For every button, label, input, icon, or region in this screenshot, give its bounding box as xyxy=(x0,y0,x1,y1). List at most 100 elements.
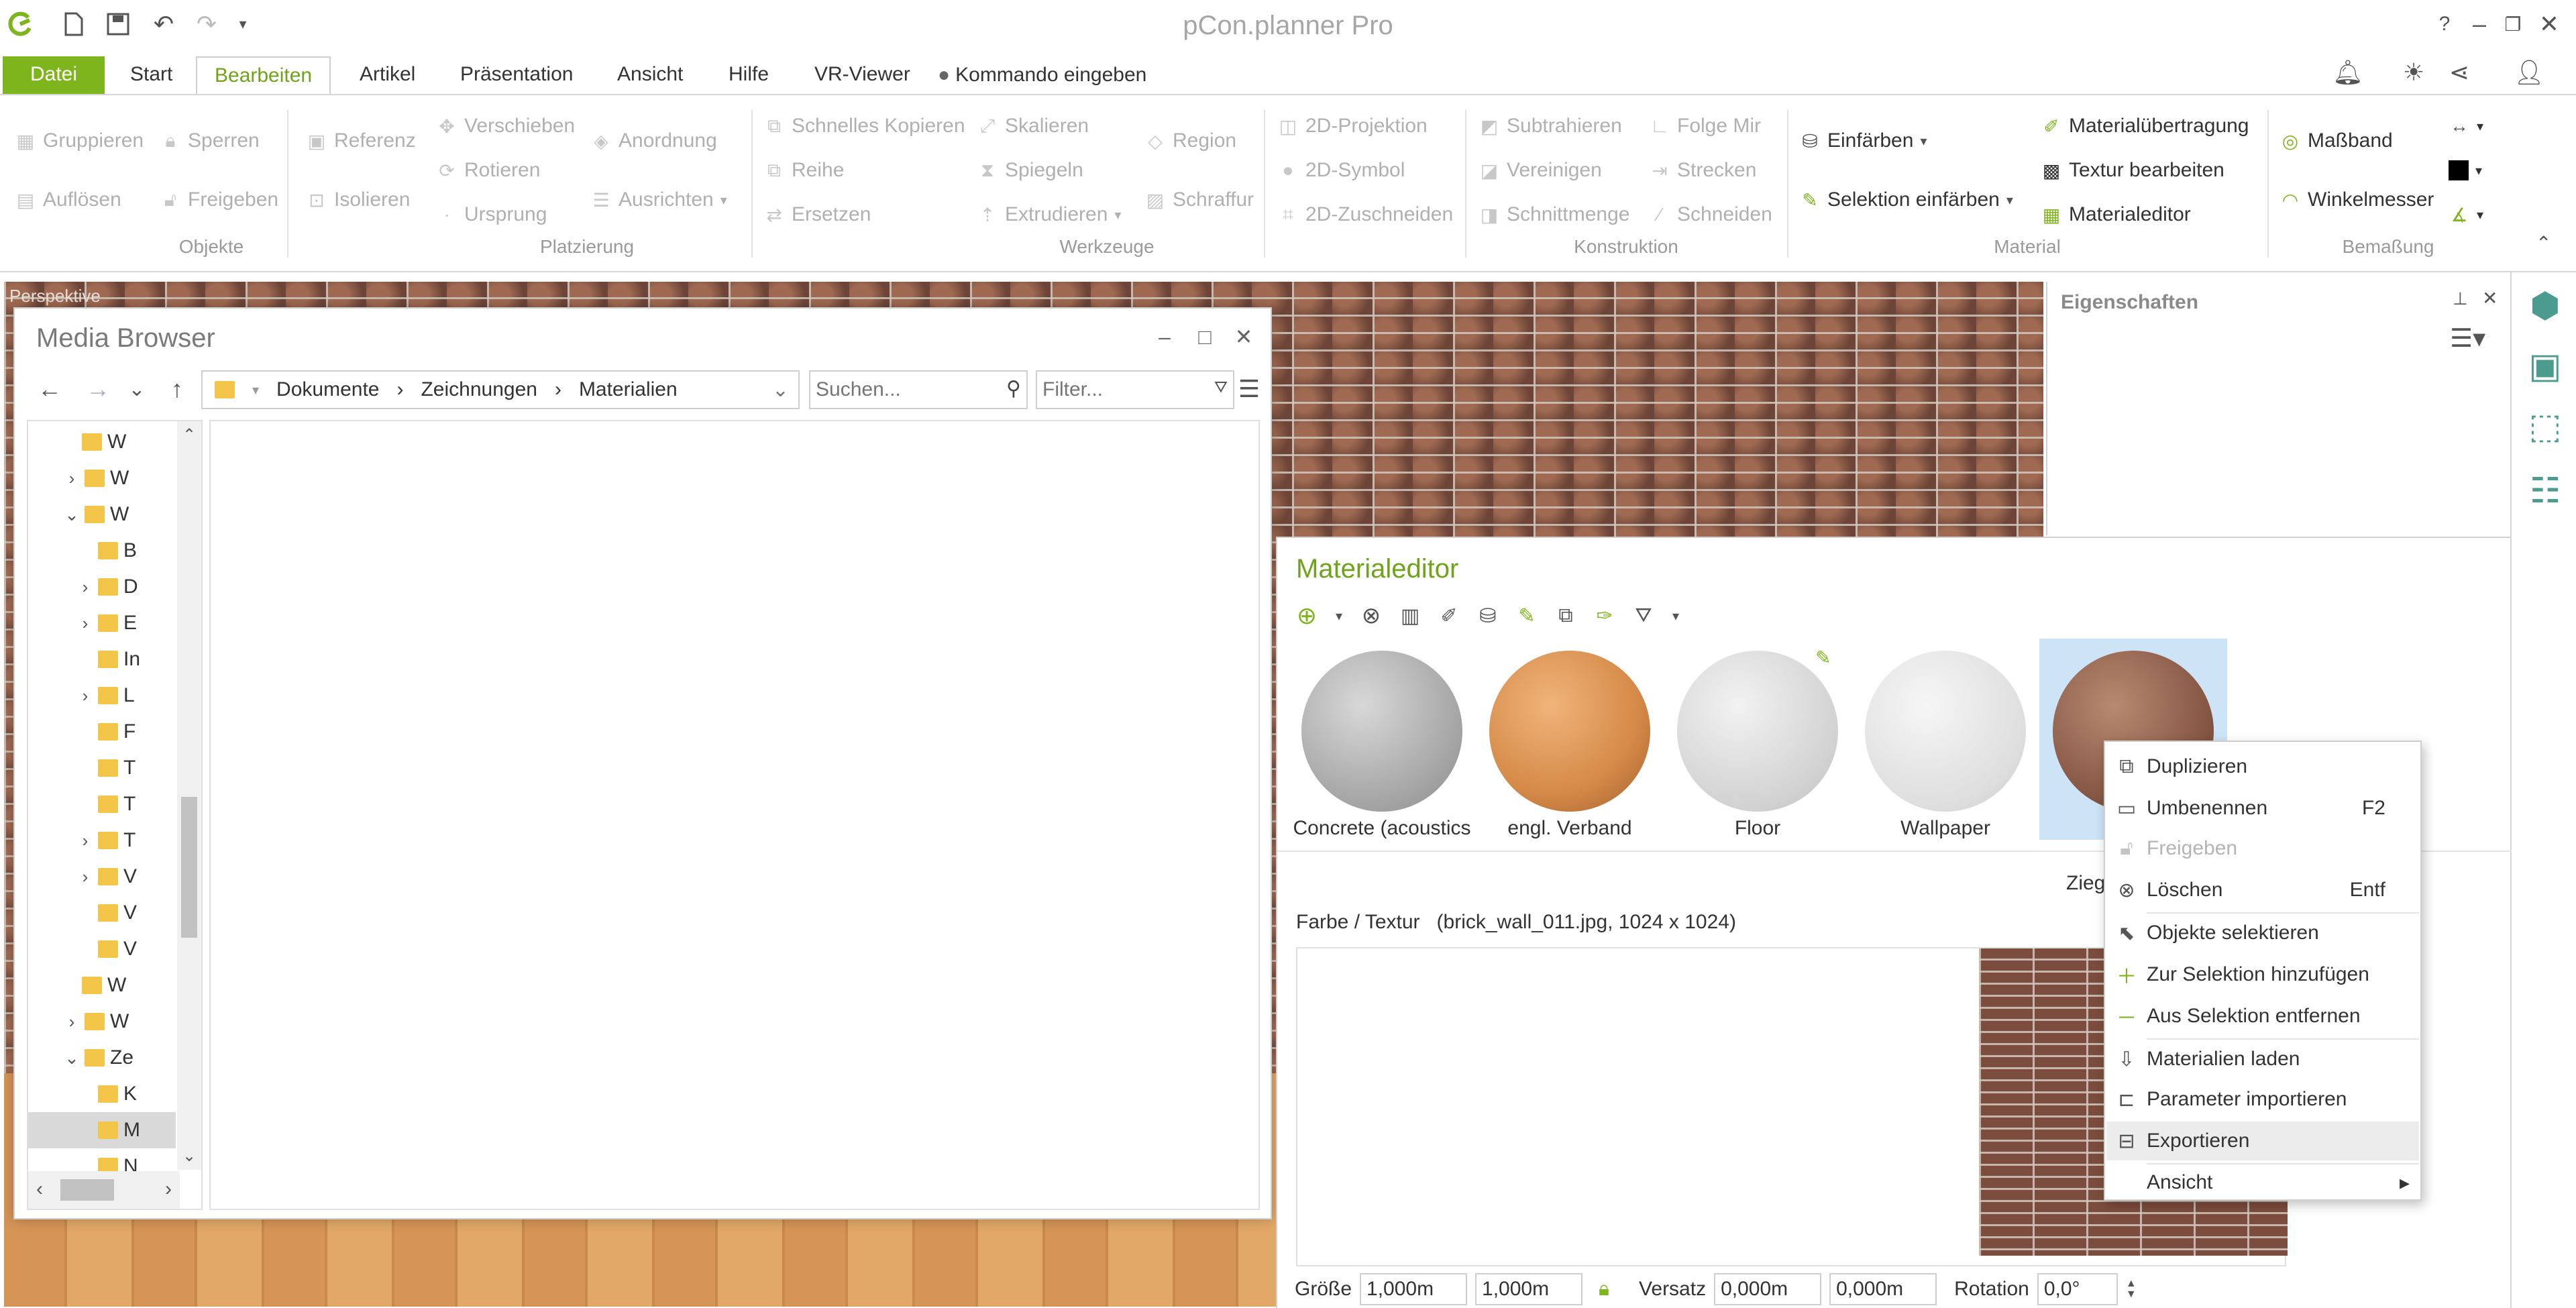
tree-item[interactable]: F xyxy=(28,714,176,750)
tab-datei[interactable]: Datei xyxy=(3,56,105,94)
up-arrow-icon[interactable]: ↑ xyxy=(161,373,193,405)
menu-item-parameter-importieren[interactable]: ⊏ Parameter importieren xyxy=(2106,1080,2419,1119)
chevron-right-icon[interactable]: › xyxy=(76,830,94,851)
chevron-right-icon[interactable]: › xyxy=(76,867,94,887)
breadcrumb-zeichnungen[interactable]: Zeichnungen xyxy=(421,378,537,401)
brightness-icon[interactable]: ☀ xyxy=(2399,58,2428,87)
media-browser-content-area[interactable] xyxy=(209,420,1260,1210)
command-input-button[interactable]: ● Kommando eingeben xyxy=(920,56,1164,94)
materialeditor-button[interactable]: ▦ Materialeditor xyxy=(2041,201,2191,228)
freigeben-button[interactable]: 🔓︎ Freigeben xyxy=(160,186,278,213)
einfaerben-button[interactable]: ⛁ Einfärben ▾ xyxy=(1799,127,1927,154)
menu-item-umbenennen[interactable]: ▭ Umbenennen F2 xyxy=(2106,789,2419,828)
chevron-right-icon[interactable]: › xyxy=(76,686,94,706)
ursprung-button[interactable]: · Ursprung xyxy=(436,201,547,228)
binoculars-search-icon[interactable]: ⚲ xyxy=(1006,377,1021,400)
vereinigen-button[interactable]: ◪ Vereinigen xyxy=(1479,157,1602,184)
tree-item[interactable]: V xyxy=(28,895,176,931)
tree-item[interactable]: T xyxy=(28,786,176,822)
restore-icon[interactable]: ❐ xyxy=(2498,9,2528,39)
tab-bearbeiten[interactable]: Bearbeiten xyxy=(196,56,331,94)
help-icon[interactable]: ? xyxy=(2430,9,2459,39)
size-x-input[interactable]: 1,000m xyxy=(1360,1273,1468,1305)
tree-item[interactable]: In xyxy=(28,641,176,677)
size-y-input[interactable]: 1,000m xyxy=(1475,1273,1583,1305)
2d-zuschneiden-button[interactable]: ⌗ 2D-Zuschneiden xyxy=(1277,201,1453,228)
chevron-down-icon[interactable]: ▾ xyxy=(1332,602,1346,629)
tree-item[interactable]: › L xyxy=(28,677,176,714)
offset-y-input[interactable]: 0,000m xyxy=(1829,1273,1937,1305)
hamburger-menu-icon[interactable]: ☰ xyxy=(1233,373,1265,405)
rotation-spinner-icon[interactable]: ▲ ▼ xyxy=(2126,1278,2137,1300)
tab-hilfe[interactable]: Hilfe xyxy=(711,56,786,94)
article-info-icon[interactable]: ⬚ xyxy=(2521,402,2569,451)
menu-item-duplizieren[interactable]: ⧉ Duplizieren xyxy=(2106,747,2419,786)
tree-item[interactable]: › W xyxy=(28,460,176,496)
breadcrumb[interactable]: ▾ Dokumente › Zeichnungen › Materialien … xyxy=(201,370,800,409)
tree-item[interactable]: T xyxy=(28,750,176,786)
material-swatch-floor[interactable]: Floor ✎ xyxy=(1664,639,1851,840)
tree-item-selected[interactable]: M xyxy=(28,1112,176,1148)
region-button[interactable]: ◇ Region xyxy=(1144,127,1236,154)
chevron-down-icon[interactable]: ⌄ xyxy=(63,504,80,525)
scroll-up-icon[interactable]: ⌃ xyxy=(182,425,196,445)
materialuebertragung-button[interactable]: ✐ Materialübertragung xyxy=(2041,113,2249,140)
tab-ansicht[interactable]: Ansicht xyxy=(600,56,700,94)
pin-icon[interactable]: ⊥ xyxy=(2453,288,2468,309)
tree-item[interactable]: › W xyxy=(28,1003,176,1040)
verschieben-button[interactable]: ✥ Verschieben xyxy=(436,113,575,140)
isolieren-button[interactable]: ⊡ Isolieren xyxy=(306,186,410,213)
chevron-right-icon[interactable]: › xyxy=(63,468,80,489)
breadcrumb-materialien[interactable]: Materialien xyxy=(579,378,678,401)
strecken-button[interactable]: ⇥ Strecken xyxy=(1649,157,1756,184)
material-swatch-engl-verband[interactable]: engl. Verband xyxy=(1476,639,1664,840)
clean-brush-icon[interactable]: ✑ xyxy=(1591,602,1618,629)
chevron-right-icon[interactable]: › xyxy=(63,1012,80,1032)
tree-item[interactable]: B xyxy=(28,533,176,569)
tree-item[interactable]: V xyxy=(28,931,176,967)
filter-funnel-icon[interactable]: ⛛ xyxy=(1630,602,1657,629)
tree-item[interactable]: K xyxy=(28,1076,176,1112)
delete-material-icon[interactable]: ⊗ xyxy=(1358,602,1385,629)
color-picker-button[interactable]: ▾ xyxy=(2449,157,2482,184)
sperren-button[interactable]: 🔒︎ Sperren xyxy=(160,127,260,154)
scroll-right-icon[interactable]: › xyxy=(165,1178,172,1201)
viewport-label[interactable]: Perspektive xyxy=(9,286,101,307)
material-swatch-wallpaper[interactable]: Wallpaper xyxy=(1851,639,2039,840)
chevron-right-icon[interactable]: › xyxy=(76,577,94,598)
rotation-input[interactable]: 0,0° xyxy=(2037,1273,2118,1305)
user-account-icon[interactable]: 👤︎ xyxy=(2514,58,2544,87)
minimize-icon[interactable]: – xyxy=(1151,323,1178,350)
schraffur-button[interactable]: ▨ Schraffur xyxy=(1144,186,1254,213)
massband-button[interactable]: ◎ Maßband xyxy=(2279,127,2393,154)
breadcrumb-dokumente[interactable]: Dokumente xyxy=(276,378,379,401)
tab-artikel[interactable]: Artikel xyxy=(342,56,433,94)
extrudieren-button[interactable]: ⇡ Extrudieren ▾ xyxy=(977,201,1121,228)
spiegeln-button[interactable]: ⧗ Spiegeln xyxy=(977,157,1083,184)
ersetzen-button[interactable]: ⇄ Ersetzen xyxy=(763,201,871,228)
tree-horizontal-scrollbar[interactable]: ‹ › xyxy=(28,1171,180,1209)
search-input[interactable] xyxy=(810,372,1026,408)
checklist-icon[interactable]: ☷ xyxy=(2521,467,2569,515)
offset-x-input[interactable]: 0,000m xyxy=(1714,1273,1822,1305)
chevron-down-icon[interactable]: ▾ xyxy=(1669,602,1682,629)
menu-item-zur-selektion-hinzufuegen[interactable]: ＋ Zur Selektion hinzufügen xyxy=(2106,955,2419,994)
quick-access-dropdown-icon[interactable]: ▾ xyxy=(228,9,258,39)
anordnung-button[interactable]: ◈ Anordnung xyxy=(590,127,717,154)
folge-mir-button[interactable]: ∟ Folge Mir xyxy=(1649,113,1761,140)
2d-projektion-button[interactable]: ◫ 2D-Projektion xyxy=(1277,113,1428,140)
textur-bearbeiten-button[interactable]: ▩ Textur bearbeiten xyxy=(2041,157,2224,184)
tree-vertical-scrollbar[interactable]: ⌃ ⌄ xyxy=(177,421,201,1170)
scroll-left-icon[interactable]: ‹ xyxy=(36,1178,43,1201)
scroll-down-icon[interactable]: ⌄ xyxy=(182,1146,196,1166)
forward-arrow-icon[interactable]: → xyxy=(82,373,114,405)
chevron-right-icon[interactable]: › xyxy=(76,613,94,634)
3d-cube-view-icon[interactable]: ⬢ xyxy=(2521,282,2569,330)
brush-icon[interactable]: ✎ xyxy=(1513,602,1540,629)
close-icon[interactable]: ✕ xyxy=(2482,287,2498,309)
filter-funnel-icon[interactable]: ⛛ xyxy=(1214,378,1228,397)
notification-bell-icon[interactable]: 🔔︎ xyxy=(2332,58,2363,87)
tree-item[interactable]: › V xyxy=(28,859,176,895)
tree-item[interactable]: ⌄ W xyxy=(28,496,176,533)
close-icon[interactable]: ✕ xyxy=(1230,323,1257,350)
